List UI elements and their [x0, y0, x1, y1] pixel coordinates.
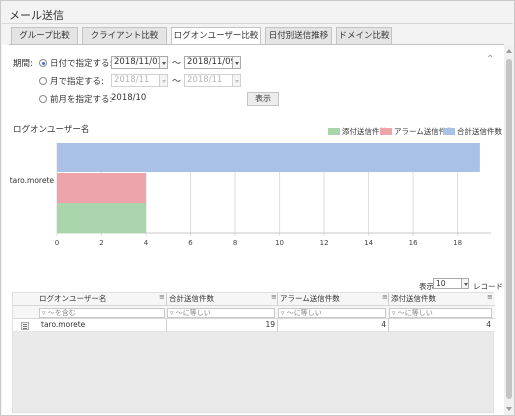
bar-chart: 0 2 4 6 8 10 12 14 16 18 taro.morete — [10, 143, 491, 247]
tab-logon-user-compare[interactable]: ログオンユーザー比較 — [171, 27, 261, 45]
x-tick-label: 0 — [55, 239, 59, 247]
x-tick-label: 8 — [233, 239, 237, 247]
filter-alarm-input[interactable]: ▿ 〜に等しい — [278, 308, 386, 318]
date-to-select[interactable]: 2018/11/09 — [184, 56, 241, 69]
vertical-scrollbar[interactable] — [504, 45, 514, 415]
filter-attach-placeholder: 〜に等しい — [397, 309, 433, 317]
page-size-select[interactable]: 10 — [433, 278, 469, 289]
x-tick-label: 18 — [453, 239, 462, 247]
chart-x-ticks: 0 2 4 6 8 10 12 14 16 18 — [55, 239, 462, 247]
x-tick-label: 14 — [364, 239, 373, 247]
column-header-alarm[interactable]: アラーム送信件数 — [277, 293, 381, 306]
month-to-select[interactable]: 2018/11 — [184, 74, 241, 87]
date-to-value: 2018/11/09 — [187, 57, 236, 67]
legend-swatch-attach — [328, 128, 340, 135]
bar-attach[interactable] — [57, 203, 147, 233]
column-header-total[interactable]: 合計送信件数 — [166, 293, 270, 306]
filter-alarm-placeholder: 〜に等しい — [286, 309, 322, 317]
scroll-thumb[interactable] — [506, 59, 512, 399]
table-row[interactable]: taro.morete 19 4 4 — [13, 319, 495, 332]
chart-title: ログオンユーザー名 — [13, 125, 90, 135]
sort-icon[interactable]: ≡ — [271, 293, 277, 301]
title-divider — [2, 23, 513, 24]
tab-group-compare[interactable]: グループ比較 — [11, 27, 78, 44]
tab-client-compare[interactable]: クライアント比較 — [82, 27, 167, 44]
tab-daily-trend[interactable]: 日付別送信推移 — [265, 27, 332, 44]
filter-user-input[interactable]: ▿ 〜を含む — [39, 308, 165, 318]
sort-icon[interactable]: ≡ — [382, 293, 388, 301]
filter-attach-input[interactable]: ▿ 〜に等しい — [389, 308, 492, 318]
column-header-alarm-label: アラーム送信件数 — [280, 294, 340, 303]
filter-total-input[interactable]: ▿ 〜に等しい — [167, 308, 275, 318]
chevron-down-icon[interactable] — [232, 74, 241, 87]
column-header-attach-label: 添付送信件数 — [391, 294, 436, 303]
radio-by-month[interactable] — [39, 77, 47, 85]
prev-month-value: 2018/10 — [111, 93, 147, 103]
column-header-user[interactable]: ログオンユーザー名 — [39, 293, 159, 306]
chevron-up-icon[interactable]: ⌃ — [486, 54, 494, 65]
chevron-down-icon[interactable] — [461, 278, 469, 289]
table-header-row: ログオンユーザー名 ≡ 合計送信件数 ≡ アラーム送信件数 ≡ 添付送信件数 ≡ — [13, 293, 495, 306]
x-tick-label: 12 — [320, 239, 329, 247]
scroll-up-icon[interactable] — [506, 49, 512, 53]
legend-swatch-total — [443, 128, 455, 135]
prev-month-label: 前月を指定する: — [50, 95, 113, 105]
month-from-select[interactable]: 2018/11 — [111, 74, 168, 87]
tab-domain-compare[interactable]: ドメイン比較 — [336, 27, 392, 44]
by-date-label: 日付で指定する: — [50, 59, 113, 69]
cell-attach: 4 — [388, 319, 494, 332]
window-title: メール送信 — [9, 9, 64, 22]
table-filter-row: ▿ 〜を含む ▿ 〜に等しい ▿ 〜に等しい ▿ 〜に等しい — [13, 306, 495, 319]
chevron-down-icon[interactable] — [159, 56, 168, 69]
month-range-separator: 〜 — [172, 77, 182, 87]
month-from-value: 2018/11 — [114, 75, 150, 85]
mail-send-window: メール送信 グループ比較 クライアント比較 ログオンユーザー比較 日付別送信推移… — [0, 0, 515, 416]
sort-icon[interactable]: ≡ — [159, 293, 165, 301]
period-label: 期間: — [13, 59, 33, 69]
filter-total-placeholder: 〜に等しい — [175, 309, 211, 317]
pager-unit: レコード — [473, 282, 503, 291]
data-table: ログオンユーザー名 ≡ 合計送信件数 ≡ アラーム送信件数 ≡ 添付送信件数 ≡… — [12, 292, 495, 413]
chart-bars — [57, 143, 480, 233]
month-to-value: 2018/11 — [187, 75, 223, 85]
range-separator: 〜 — [172, 59, 182, 69]
date-from-select[interactable]: 2018/11/03 — [111, 56, 168, 69]
date-from-value: 2018/11/03 — [114, 57, 163, 67]
legend-label-total: 合計送信件数 — [457, 127, 502, 136]
chevron-down-icon[interactable] — [232, 56, 241, 69]
legend-item-total[interactable]: 合計送信件数 — [443, 126, 502, 137]
by-month-label: 月で指定する: — [50, 77, 104, 87]
category-label: taro.morete — [10, 176, 55, 185]
x-tick-label: 4 — [144, 239, 149, 247]
column-header-total-label: 合計送信件数 — [169, 294, 214, 303]
show-button[interactable]: 表示 — [247, 92, 279, 106]
sort-icon[interactable]: ≡ — [487, 293, 493, 301]
cell-total: 19 — [166, 319, 278, 332]
x-tick-label: 6 — [188, 239, 193, 247]
page-size-value: 10 — [436, 279, 446, 288]
cell-user: taro.morete — [41, 320, 86, 329]
filter-user-placeholder: 〜を含む — [47, 309, 76, 317]
legend-swatch-alarm — [380, 128, 392, 135]
x-tick-label: 16 — [409, 239, 418, 247]
bar-alarm[interactable] — [57, 173, 147, 203]
x-tick-label: 10 — [275, 239, 284, 247]
content-panel: 期間: ⌃ 日付で指定する: 2018/11/03 〜 2018/11/09 月… — [2, 45, 504, 415]
radio-by-date[interactable] — [39, 59, 47, 67]
column-header-user-label: ログオンユーザー名 — [39, 294, 107, 303]
column-header-attach[interactable]: 添付送信件数 — [388, 293, 488, 306]
scroll-down-icon[interactable] — [506, 407, 512, 411]
bar-total[interactable] — [57, 143, 480, 172]
chevron-down-icon[interactable] — [159, 74, 168, 87]
legend-item-attach[interactable]: 添付送信件数 — [328, 126, 387, 137]
cell-alarm: 4 — [277, 319, 389, 332]
radio-prev-month[interactable] — [39, 95, 47, 103]
row-detail-icon[interactable] — [21, 322, 29, 330]
x-tick-label: 2 — [99, 239, 103, 247]
